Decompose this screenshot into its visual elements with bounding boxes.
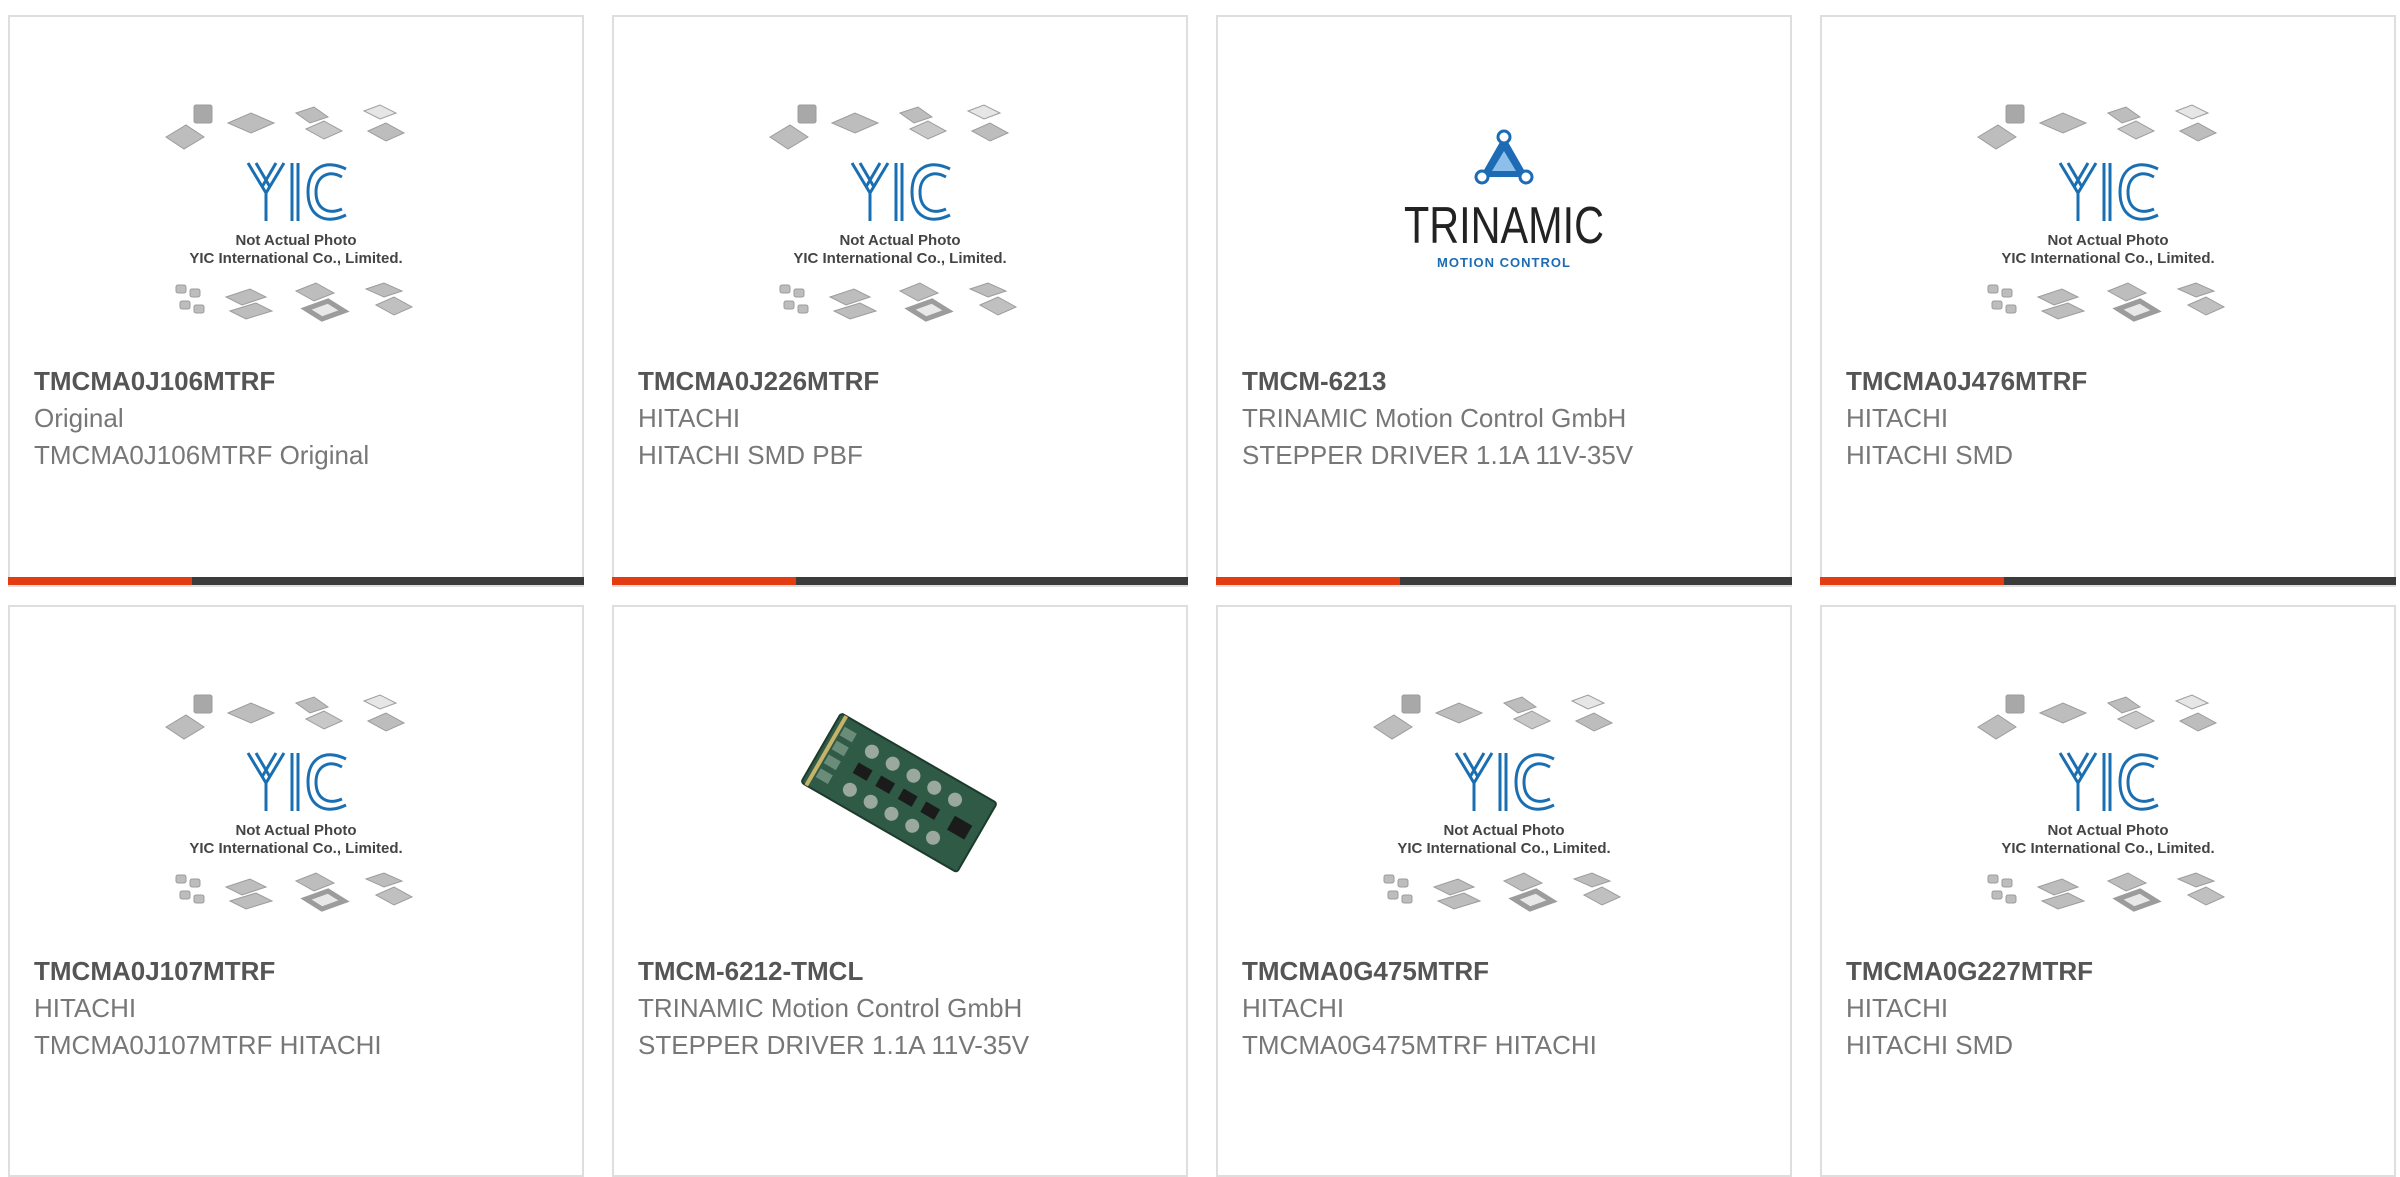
manufacturer: TRINAMIC Motion Control GmbH — [638, 993, 1023, 1023]
manufacturer: HITACHI — [1846, 403, 1949, 433]
card-accent — [612, 577, 796, 585]
product-image[interactable] — [614, 97, 1186, 357]
product-card[interactable]: TMCMA0J476MTRF HITACHI HITACHI SMD — [1820, 15, 2396, 587]
part-number-link[interactable]: TMCMA0J476MTRF — [1846, 362, 2326, 400]
description: HITACHI SMD — [1846, 440, 2014, 470]
description: TMCMA0J107MTRF HITACHI — [34, 1030, 382, 1060]
product-card[interactable]: TMCM-6212-TMCL TRINAMIC Motion Control G… — [612, 605, 1188, 1177]
part-number-link[interactable]: TMCM-6213 — [1242, 362, 1722, 400]
card-accent — [1820, 577, 2004, 585]
product-card[interactable]: TMCMA0J107MTRF HITACHI TMCMA0J107MTRF HI… — [8, 605, 584, 1177]
product-image[interactable] — [1218, 97, 1790, 357]
product-card[interactable]: TMCMA0G227MTRF HITACHI HITACHI SMD — [1820, 605, 2396, 1177]
part-number-link[interactable]: TMCMA0G475MTRF — [1242, 952, 1722, 990]
product-image[interactable] — [10, 97, 582, 357]
description: HITACHI SMD — [1846, 1030, 2014, 1060]
part-number-link[interactable]: TMCMA0J226MTRF — [638, 362, 1118, 400]
product-card[interactable]: TMCMA0J106MTRF Original TMCMA0J106MTRF O… — [8, 15, 584, 587]
product-grid: TMCMA0J106MTRF Original TMCMA0J106MTRF O… — [0, 0, 2400, 1177]
manufacturer: Original — [34, 403, 124, 433]
product-image[interactable] — [1822, 97, 2394, 357]
card-accent — [8, 577, 192, 585]
product-image[interactable] — [10, 687, 582, 947]
yic-placeholder-chips-icon — [156, 97, 436, 337]
product-image[interactable] — [1822, 687, 2394, 947]
yic-placeholder-chips-icon — [1364, 687, 1644, 927]
manufacturer: HITACHI — [1242, 993, 1345, 1023]
card-bottom-bar — [1216, 577, 1792, 585]
description: STEPPER DRIVER 1.1A 11V-35V — [1242, 440, 1634, 470]
product-image[interactable] — [614, 687, 1186, 947]
product-card[interactable]: TMCMA0G475MTRF HITACHI TMCMA0G475MTRF HI… — [1216, 605, 1792, 1177]
manufacturer: HITACHI — [34, 993, 137, 1023]
trinamic-logo-icon — [1364, 115, 1644, 315]
part-number-link[interactable]: TMCMA0J107MTRF — [34, 952, 514, 990]
description: TMCMA0J106MTRF Original — [34, 440, 370, 470]
yic-placeholder-chips-icon — [1968, 97, 2248, 337]
manufacturer: TRINAMIC Motion Control GmbH — [1242, 403, 1627, 433]
card-bottom-bar — [1820, 577, 2396, 585]
description: TMCMA0G475MTRF HITACHI — [1242, 1030, 1597, 1060]
manufacturer: HITACHI — [638, 403, 741, 433]
card-accent — [1216, 577, 1400, 585]
yic-placeholder-chips-icon — [1968, 687, 2248, 927]
yic-placeholder-chips-icon — [156, 687, 436, 927]
part-number-link[interactable]: TMCMA0G227MTRF — [1846, 952, 2326, 990]
yic-placeholder-chips-icon — [760, 97, 1040, 337]
pcb-board-photo-icon — [760, 681, 1040, 901]
description: HITACHI SMD PBF — [638, 440, 863, 470]
card-bottom-bar — [612, 577, 1188, 585]
product-card[interactable]: TMCM-6213 TRINAMIC Motion Control GmbH S… — [1216, 15, 1792, 587]
card-bottom-bar — [8, 577, 584, 585]
description: STEPPER DRIVER 1.1A 11V-35V — [638, 1030, 1030, 1060]
manufacturer: HITACHI — [1846, 993, 1949, 1023]
part-number-link[interactable]: TMCM-6212-TMCL — [638, 952, 1118, 990]
product-image[interactable] — [1218, 687, 1790, 947]
part-number-link[interactable]: TMCMA0J106MTRF — [34, 362, 514, 400]
product-card[interactable]: TMCMA0J226MTRF HITACHI HITACHI SMD PBF — [612, 15, 1188, 587]
